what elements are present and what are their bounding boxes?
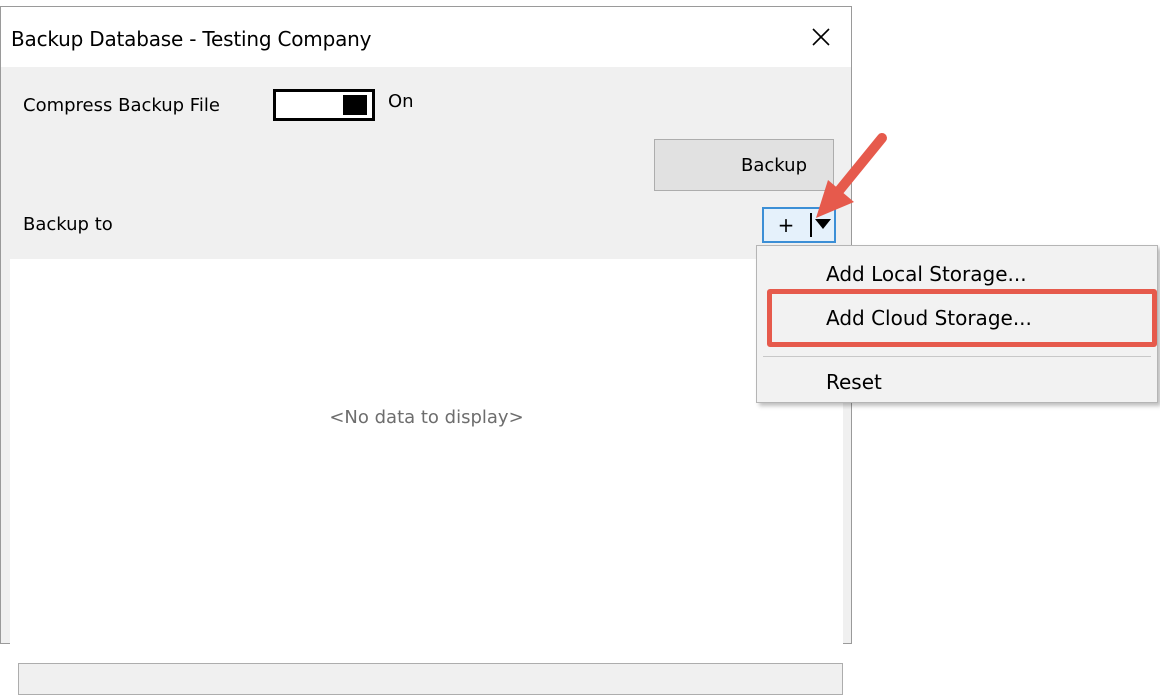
status-bar [18, 663, 843, 695]
backup-destination-list: <No data to display> [10, 259, 843, 659]
annotation-highlight-box [767, 289, 1157, 347]
compress-toggle[interactable] [273, 89, 375, 121]
compress-state-text: On [388, 91, 414, 112]
toggle-knob [343, 95, 367, 115]
menu-item-label: Add Local Storage... [826, 262, 1027, 286]
title-bar: Backup Database - Testing Company [1, 7, 851, 67]
menu-separator [763, 356, 1151, 357]
dialog-content: Compress Backup File On Backup Backup to… [1, 67, 851, 695]
close-icon[interactable] [803, 19, 839, 55]
window-title: Backup Database - Testing Company [11, 27, 372, 51]
backup-to-label: Backup to [23, 214, 113, 235]
empty-list-message: <No data to display> [329, 407, 524, 428]
compress-backup-label: Compress Backup File [23, 95, 220, 116]
menu-item-reset[interactable]: Reset [758, 360, 1156, 404]
backup-dialog: Backup Database - Testing Company Compre… [0, 6, 852, 695]
annotation-arrow-icon [816, 133, 887, 218]
menu-item-label: Reset [826, 370, 882, 394]
